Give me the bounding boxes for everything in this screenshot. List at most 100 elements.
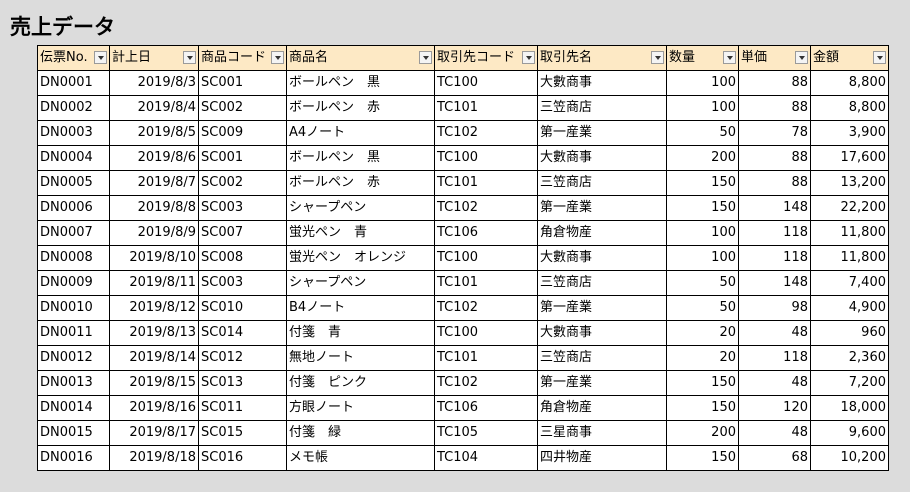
cell-slip-no[interactable]: DN0008 [37, 245, 110, 271]
cell-customer-name[interactable]: 第一産業 [537, 195, 667, 221]
cell-product-code[interactable]: SC001 [198, 145, 287, 171]
cell-product-name[interactable]: 無地ノート [286, 345, 435, 371]
cell-customer-code[interactable]: TC101 [434, 270, 538, 296]
cell-customer-code[interactable]: TC101 [434, 95, 538, 121]
cell-customer-name[interactable]: 三笠商店 [537, 270, 667, 296]
cell-amount[interactable]: 11,800 [810, 245, 889, 271]
cell-quantity[interactable]: 20 [666, 320, 739, 346]
cell-customer-name[interactable]: 第一産業 [537, 370, 667, 396]
cell-slip-no[interactable]: DN0009 [37, 270, 110, 296]
cell-product-name[interactable]: A4ノート [286, 120, 435, 146]
cell-slip-no[interactable]: DN0013 [37, 370, 110, 396]
cell-slip-no[interactable]: DN0014 [37, 395, 110, 421]
cell-unit-price[interactable]: 68 [738, 445, 811, 471]
cell-customer-name[interactable]: 大數商事 [537, 320, 667, 346]
cell-product-code[interactable]: SC016 [198, 445, 287, 471]
cell-date[interactable]: 2019/8/17 [109, 420, 199, 446]
cell-product-name[interactable]: ボールペン 黒 [286, 70, 435, 96]
cell-date[interactable]: 2019/8/13 [109, 320, 199, 346]
cell-unit-price[interactable]: 118 [738, 220, 811, 246]
cell-slip-no[interactable]: DN0004 [37, 145, 110, 171]
cell-product-code[interactable]: SC003 [198, 195, 287, 221]
cell-amount[interactable]: 11,800 [810, 220, 889, 246]
cell-quantity[interactable]: 50 [666, 120, 739, 146]
cell-amount[interactable]: 7,400 [810, 270, 889, 296]
cell-quantity[interactable]: 50 [666, 270, 739, 296]
filter-dropdown-icon[interactable] [873, 51, 886, 64]
cell-customer-code[interactable]: TC102 [434, 295, 538, 321]
cell-product-code[interactable]: SC008 [198, 245, 287, 271]
cell-product-code[interactable]: SC012 [198, 345, 287, 371]
cell-date[interactable]: 2019/8/12 [109, 295, 199, 321]
cell-customer-code[interactable]: TC100 [434, 70, 538, 96]
cell-date[interactable]: 2019/8/11 [109, 270, 199, 296]
cell-slip-no[interactable]: DN0011 [37, 320, 110, 346]
cell-customer-name[interactable]: 三笠商店 [537, 345, 667, 371]
cell-product-name[interactable]: B4ノート [286, 295, 435, 321]
cell-product-name[interactable]: 方眼ノート [286, 395, 435, 421]
cell-unit-price[interactable]: 120 [738, 395, 811, 421]
cell-quantity[interactable]: 100 [666, 220, 739, 246]
cell-customer-code[interactable]: TC101 [434, 170, 538, 196]
cell-customer-name[interactable]: 第一産業 [537, 295, 667, 321]
cell-unit-price[interactable]: 118 [738, 345, 811, 371]
cell-product-code[interactable]: SC015 [198, 420, 287, 446]
cell-customer-code[interactable]: TC101 [434, 345, 538, 371]
filter-dropdown-icon[interactable] [419, 51, 432, 64]
cell-amount[interactable]: 2,360 [810, 345, 889, 371]
cell-product-code[interactable]: SC001 [198, 70, 287, 96]
cell-date[interactable]: 2019/8/3 [109, 70, 199, 96]
cell-product-code[interactable]: SC003 [198, 270, 287, 296]
cell-quantity[interactable]: 100 [666, 70, 739, 96]
cell-amount[interactable]: 8,800 [810, 70, 889, 96]
cell-product-code[interactable]: SC002 [198, 170, 287, 196]
cell-unit-price[interactable]: 88 [738, 170, 811, 196]
cell-unit-price[interactable]: 48 [738, 370, 811, 396]
cell-slip-no[interactable]: DN0003 [37, 120, 110, 146]
cell-customer-code[interactable]: TC100 [434, 245, 538, 271]
cell-customer-name[interactable]: 第一産業 [537, 120, 667, 146]
cell-amount[interactable]: 22,200 [810, 195, 889, 221]
cell-slip-no[interactable]: DN0006 [37, 195, 110, 221]
cell-amount[interactable]: 960 [810, 320, 889, 346]
cell-amount[interactable]: 7,200 [810, 370, 889, 396]
cell-product-name[interactable]: ボールペン 黒 [286, 145, 435, 171]
cell-amount[interactable]: 10,200 [810, 445, 889, 471]
cell-slip-no[interactable]: DN0015 [37, 420, 110, 446]
cell-quantity[interactable]: 150 [666, 445, 739, 471]
filter-dropdown-icon[interactable] [723, 51, 736, 64]
cell-product-name[interactable]: メモ帳 [286, 445, 435, 471]
cell-customer-code[interactable]: TC104 [434, 445, 538, 471]
cell-unit-price[interactable]: 88 [738, 145, 811, 171]
cell-product-code[interactable]: SC009 [198, 120, 287, 146]
cell-customer-name[interactable]: 三笠商店 [537, 95, 667, 121]
cell-quantity[interactable]: 150 [666, 170, 739, 196]
cell-product-name[interactable]: シャープペン [286, 195, 435, 221]
cell-quantity[interactable]: 100 [666, 95, 739, 121]
cell-slip-no[interactable]: DN0002 [37, 95, 110, 121]
cell-slip-no[interactable]: DN0012 [37, 345, 110, 371]
cell-date[interactable]: 2019/8/7 [109, 170, 199, 196]
cell-customer-code[interactable]: TC102 [434, 370, 538, 396]
cell-customer-name[interactable]: 大數商事 [537, 70, 667, 96]
cell-slip-no[interactable]: DN0001 [37, 70, 110, 96]
cell-customer-code[interactable]: TC100 [434, 145, 538, 171]
cell-date[interactable]: 2019/8/5 [109, 120, 199, 146]
cell-product-name[interactable]: 蛍光ペン オレンジ [286, 245, 435, 271]
cell-date[interactable]: 2019/8/15 [109, 370, 199, 396]
cell-quantity[interactable]: 20 [666, 345, 739, 371]
cell-customer-name[interactable]: 角倉物産 [537, 220, 667, 246]
cell-amount[interactable]: 9,600 [810, 420, 889, 446]
cell-product-code[interactable]: SC002 [198, 95, 287, 121]
cell-quantity[interactable]: 100 [666, 245, 739, 271]
filter-dropdown-icon[interactable] [651, 51, 664, 64]
cell-date[interactable]: 2019/8/9 [109, 220, 199, 246]
cell-date[interactable]: 2019/8/14 [109, 345, 199, 371]
cell-date[interactable]: 2019/8/6 [109, 145, 199, 171]
filter-dropdown-icon[interactable] [183, 51, 196, 64]
cell-quantity[interactable]: 200 [666, 420, 739, 446]
cell-amount[interactable]: 13,200 [810, 170, 889, 196]
cell-product-name[interactable]: ボールペン 赤 [286, 95, 435, 121]
cell-unit-price[interactable]: 48 [738, 420, 811, 446]
cell-slip-no[interactable]: DN0010 [37, 295, 110, 321]
